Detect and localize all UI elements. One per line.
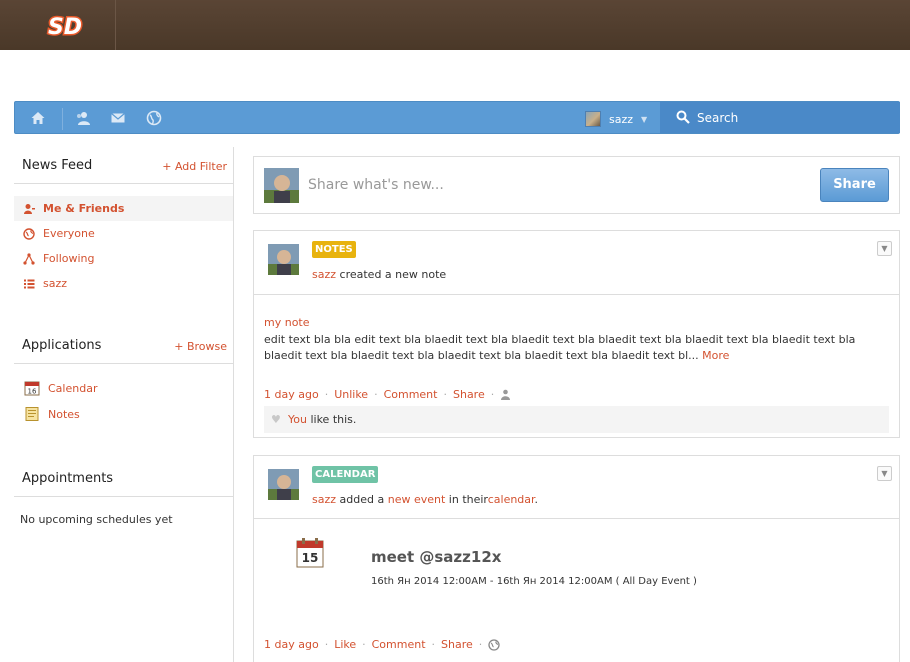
share-button[interactable]: Share [820, 168, 889, 202]
top-header: SD [0, 0, 910, 50]
calendar-link[interactable]: calendar [488, 493, 535, 506]
home-icon[interactable] [29, 110, 47, 126]
comment-link[interactable]: Comment [384, 388, 438, 401]
like-link[interactable]: Like [334, 638, 356, 651]
sidebar-item-label: Everyone [43, 227, 95, 240]
share-icon [23, 252, 35, 265]
calendar-tag: CALENDAR [312, 466, 379, 483]
search-label: Search [697, 111, 739, 125]
user-avatar [585, 111, 601, 127]
logo-area[interactable]: SD [0, 0, 116, 50]
event-link[interactable]: new event [388, 493, 446, 506]
sidebar-item-everyone[interactable]: Everyone [14, 221, 233, 246]
sidebar-item-label: Following [43, 252, 95, 265]
note-body-text: edit text bla bla edit text bla blaedit … [264, 333, 856, 362]
calendar-icon: 15 [296, 538, 324, 568]
news-feed-header: News Feed + Add Filter [14, 147, 233, 184]
sidebar-item-label: Me & Friends [43, 202, 125, 215]
share-link[interactable]: Share [441, 638, 473, 651]
composer-input[interactable]: Share what's new... [308, 177, 444, 193]
user-icon [24, 203, 35, 214]
svg-text:16: 16 [28, 388, 37, 396]
calendar-day-number: 15 [302, 551, 319, 565]
composer-avatar [264, 168, 299, 203]
search-bar[interactable]: Search [660, 102, 900, 133]
calendar-icon: 16 [24, 381, 40, 396]
sidebar-app-label: Notes [48, 408, 80, 421]
more-link[interactable]: More [702, 349, 729, 362]
mail-icon[interactable] [109, 110, 127, 126]
heart-icon: ♥ [271, 413, 281, 426]
item-options-toggle[interactable]: ▼ [877, 241, 892, 256]
friends-icon[interactable] [74, 110, 92, 126]
user-menu[interactable]: sazz ▼ [585, 111, 647, 127]
timestamp-link[interactable]: 1 day ago [264, 638, 319, 651]
note-body: edit text bla bla edit text bla blaedit … [264, 332, 894, 364]
main-toolbar: sazz ▼ Search [14, 101, 900, 134]
note-actions: 1 day ago · Unlike · Comment · Share · [264, 388, 511, 401]
unlike-link[interactable]: Unlike [334, 388, 368, 401]
toolbar-separator [62, 108, 63, 130]
likes-text: You like this. [288, 413, 356, 426]
appointments-empty-text: No upcoming schedules yet [20, 513, 173, 526]
sidebar-item-me-friends[interactable]: Me & Friends [14, 196, 233, 221]
logo-text: SD [48, 15, 82, 40]
event-title[interactable]: meet @sazz12x [371, 548, 501, 566]
sidebar-item-sazz[interactable]: sazz [14, 271, 233, 296]
sidebar-app-calendar[interactable]: 16 Calendar [14, 378, 233, 400]
notes-icon [25, 407, 39, 421]
note-title-link[interactable]: my note [264, 316, 310, 329]
appointments-header: Appointments [14, 460, 233, 497]
timestamp-link[interactable]: 1 day ago [264, 388, 319, 401]
globe-icon [23, 227, 35, 240]
globe-icon[interactable] [145, 110, 163, 126]
note-activity-line: sazz created a new note [312, 268, 446, 281]
likes-bar: ♥ You like this. [264, 406, 889, 433]
applications-title: Applications [22, 338, 102, 353]
sidebar-app-notes[interactable]: Notes [14, 404, 233, 426]
comment-link[interactable]: Comment [372, 638, 426, 651]
search-icon [676, 110, 690, 124]
stream-item-calendar: CALENDAR sazz added a new event in their… [253, 455, 900, 662]
activity-text: in their [448, 493, 488, 506]
globe-icon[interactable] [488, 638, 500, 651]
browse-link[interactable]: + Browse [174, 340, 227, 353]
notes-tag: NOTES [312, 241, 356, 258]
sidebar-app-label: Calendar [48, 382, 98, 395]
card-divider [254, 294, 899, 295]
actor-avatar[interactable] [268, 469, 299, 500]
chevron-down-icon: ▼ [641, 114, 648, 124]
logo-icon: SD [46, 14, 83, 41]
likes-suffix: like this. [310, 413, 357, 426]
sidebar-item-following[interactable]: Following [14, 246, 233, 271]
appointments-title: Appointments [22, 471, 114, 486]
applications-header: Applications + Browse [14, 327, 233, 364]
card-divider [254, 518, 899, 519]
privacy-icon[interactable] [500, 389, 511, 400]
actor-link[interactable]: sazz [312, 493, 336, 506]
share-link[interactable]: Share [453, 388, 485, 401]
sidebar: News Feed + Add Filter Me & Friends Ever… [14, 147, 234, 662]
actor-link[interactable]: sazz [312, 268, 336, 281]
stream-item-note: NOTES sazz created a new note ▼ my note … [253, 230, 900, 438]
status-composer: Share what's new... Share [253, 156, 900, 214]
calendar-activity-line: sazz added a new event in theircalendar. [312, 493, 538, 506]
user-name: sazz [609, 112, 634, 126]
calendar-actions: 1 day ago · Like · Comment · Share · [264, 638, 500, 651]
item-options-toggle[interactable]: ▼ [877, 466, 892, 481]
news-feed-title: News Feed [22, 158, 93, 173]
activity-text: added a [339, 493, 385, 506]
event-datetime: 16th Ян 2014 12:00AM - 16th Ян 2014 12:0… [371, 576, 697, 587]
activity-end: . [534, 493, 539, 506]
add-filter-link[interactable]: + Add Filter [162, 160, 227, 173]
list-icon [24, 279, 35, 288]
liker-link[interactable]: You [288, 413, 307, 426]
sidebar-item-label: sazz [43, 277, 68, 290]
activity-text: created a new note [339, 268, 447, 281]
actor-avatar[interactable] [268, 244, 299, 275]
